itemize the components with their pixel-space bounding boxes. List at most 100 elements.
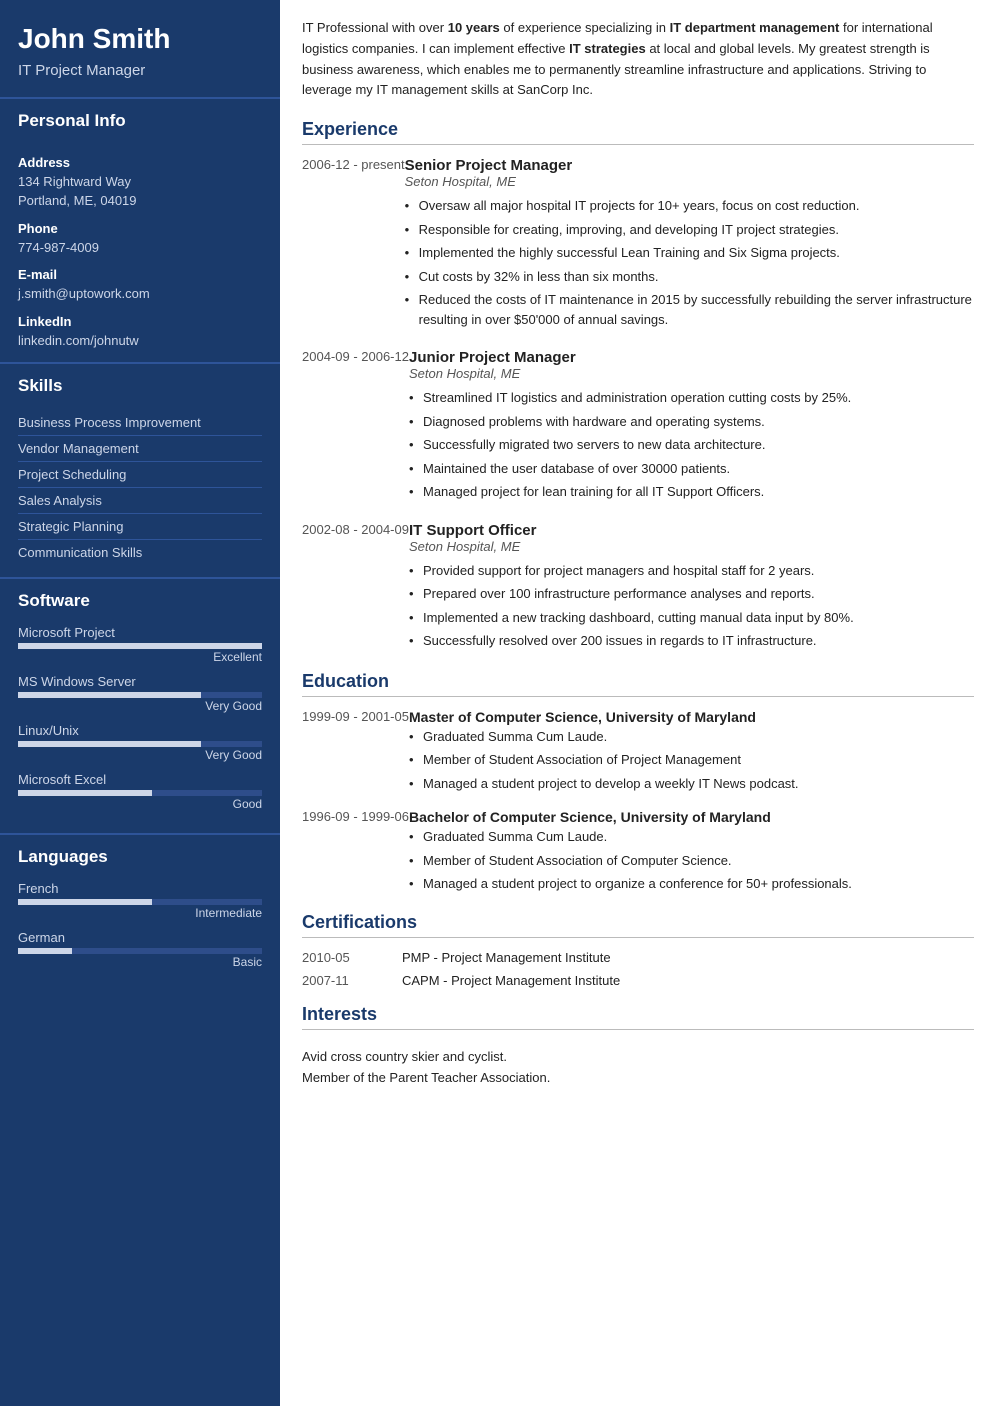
interests-list: Avid cross country skier and cyclist.Mem… [302, 1042, 974, 1092]
exp-bullet: Responsible for creating, improving, and… [405, 218, 974, 242]
exp-bullet: Reduced the costs of IT maintenance in 2… [405, 288, 974, 331]
software-name: Microsoft Excel [18, 772, 262, 787]
edu-bullet: Graduated Summa Cum Laude. [409, 725, 974, 749]
cert-date: 2007-11 [302, 973, 402, 988]
experience-list: 2006-12 - present Senior Project Manager… [302, 157, 974, 653]
experience-heading: Experience [302, 119, 974, 145]
phone-value: 774-987-4009 [18, 238, 262, 258]
interests-heading: Interests [302, 1004, 974, 1030]
exp-bullet: Successfully migrated two servers to new… [409, 433, 974, 457]
software-level: Very Good [18, 748, 262, 762]
language-bar [18, 899, 262, 905]
exp-bullets: Provided support for project managers an… [409, 559, 974, 653]
exp-bullet: Successfully resolved over 200 issues in… [409, 629, 974, 653]
exp-date: 2002-08 - 2004-09 [302, 522, 409, 653]
skill-item: Communication Skills [18, 540, 262, 565]
cert-name: CAPM - Project Management Institute [402, 973, 620, 988]
skill-item: Sales Analysis [18, 488, 262, 514]
language-item: German Basic [18, 930, 262, 969]
edu-bullet: Managed a student project to develop a w… [409, 772, 974, 796]
address-label: Address [18, 155, 262, 170]
edu-content: Master of Computer Science, University o… [409, 709, 974, 796]
skills-section: Skills Business Process ImprovementVendo… [0, 362, 280, 577]
experience-item: 2004-09 - 2006-12 Junior Project Manager… [302, 349, 974, 504]
software-item: Microsoft Excel Good [18, 772, 262, 811]
education-item: 1996-09 - 1999-06 Bachelor of Computer S… [302, 809, 974, 896]
edu-bullets: Graduated Summa Cum Laude.Member of Stud… [409, 725, 974, 796]
skill-item: Vendor Management [18, 436, 262, 462]
exp-bullet: Implemented a new tracking dashboard, cu… [409, 606, 974, 630]
exp-bullet: Maintained the user database of over 300… [409, 457, 974, 481]
edu-date: 1999-09 - 2001-05 [302, 709, 409, 796]
education-list: 1999-09 - 2001-05 Master of Computer Sci… [302, 709, 974, 896]
exp-content: Junior Project Manager Seton Hospital, M… [409, 349, 974, 504]
software-bar [18, 790, 262, 796]
skills-heading: Skills [0, 364, 280, 404]
exp-bullet: Implemented the highly successful Lean T… [405, 241, 974, 265]
exp-content: IT Support Officer Seton Hospital, ME Pr… [409, 522, 974, 653]
edu-degree: Bachelor of Computer Science, University… [409, 809, 974, 825]
exp-bullets: Streamlined IT logistics and administrat… [409, 386, 974, 504]
certifications-list: 2010-05 PMP - Project Management Institu… [302, 950, 974, 988]
edu-bullets: Graduated Summa Cum Laude.Member of Stud… [409, 825, 974, 896]
cert-item: 2010-05 PMP - Project Management Institu… [302, 950, 974, 965]
phone-label: Phone [18, 221, 262, 236]
exp-bullet: Diagnosed problems with hardware and ope… [409, 410, 974, 434]
language-level: Basic [18, 955, 262, 969]
email-label: E-mail [18, 267, 262, 282]
languages-content: French Intermediate German Basic [0, 875, 280, 991]
skill-item: Strategic Planning [18, 514, 262, 540]
interest-item: Member of the Parent Teacher Association… [302, 1067, 974, 1088]
software-bar [18, 643, 262, 649]
exp-bullets: Oversaw all major hospital IT projects f… [405, 194, 974, 331]
exp-company: Seton Hospital, ME [409, 366, 974, 381]
language-item: French Intermediate [18, 881, 262, 920]
candidate-title: IT Project Manager [18, 62, 262, 79]
software-section: Software Microsoft Project Excellent MS … [0, 577, 280, 833]
personal-info-content: Address 134 Rightward Way Portland, ME, … [0, 139, 280, 363]
exp-bullet: Oversaw all major hospital IT projects f… [405, 194, 974, 218]
software-item: Microsoft Project Excellent [18, 625, 262, 664]
exp-role: Junior Project Manager [409, 349, 974, 366]
edu-degree: Master of Computer Science, University o… [409, 709, 974, 725]
main-content: IT Professional with over 10 years of ex… [280, 0, 996, 1406]
linkedin-value: linkedin.com/johnutw [18, 331, 262, 351]
software-name: MS Windows Server [18, 674, 262, 689]
software-bar [18, 692, 262, 698]
languages-heading: Languages [0, 835, 280, 875]
software-name: Linux/Unix [18, 723, 262, 738]
edu-date: 1996-09 - 1999-06 [302, 809, 409, 896]
exp-bullet: Cut costs by 32% in less than six months… [405, 265, 974, 289]
email-value: j.smith@uptowork.com [18, 284, 262, 304]
software-level: Excellent [18, 650, 262, 664]
address-line1: 134 Rightward Way [18, 172, 262, 192]
interest-item: Avid cross country skier and cyclist. [302, 1046, 974, 1067]
software-level: Very Good [18, 699, 262, 713]
skills-list: Business Process ImprovementVendor Manag… [0, 404, 280, 577]
software-level: Good [18, 797, 262, 811]
education-item: 1999-09 - 2001-05 Master of Computer Sci… [302, 709, 974, 796]
exp-company: Seton Hospital, ME [409, 539, 974, 554]
languages-section: Languages French Intermediate German Bas… [0, 833, 280, 991]
cert-name: PMP - Project Management Institute [402, 950, 611, 965]
sidebar: John Smith IT Project Manager Personal I… [0, 0, 280, 1406]
exp-bullet: Provided support for project managers an… [409, 559, 974, 583]
language-level: Intermediate [18, 906, 262, 920]
exp-bullet: Managed project for lean training for al… [409, 480, 974, 504]
experience-item: 2002-08 - 2004-09 IT Support Officer Set… [302, 522, 974, 653]
language-name: French [18, 881, 262, 896]
edu-content: Bachelor of Computer Science, University… [409, 809, 974, 896]
exp-role: Senior Project Manager [405, 157, 974, 174]
personal-info-section: Personal Info Address 134 Rightward Way … [0, 97, 280, 363]
software-item: MS Windows Server Very Good [18, 674, 262, 713]
skill-item: Project Scheduling [18, 462, 262, 488]
edu-bullet: Graduated Summa Cum Laude. [409, 825, 974, 849]
edu-bullet: Member of Student Association of Compute… [409, 849, 974, 873]
summary: IT Professional with over 10 years of ex… [302, 18, 974, 101]
education-section: Education 1999-09 - 2001-05 Master of Co… [302, 671, 974, 896]
interests-section: Interests Avid cross country skier and c… [302, 1004, 974, 1092]
exp-company: Seton Hospital, ME [405, 174, 974, 189]
exp-content: Senior Project Manager Seton Hospital, M… [405, 157, 974, 331]
cert-item: 2007-11 CAPM - Project Management Instit… [302, 973, 974, 988]
personal-info-heading: Personal Info [0, 99, 280, 139]
